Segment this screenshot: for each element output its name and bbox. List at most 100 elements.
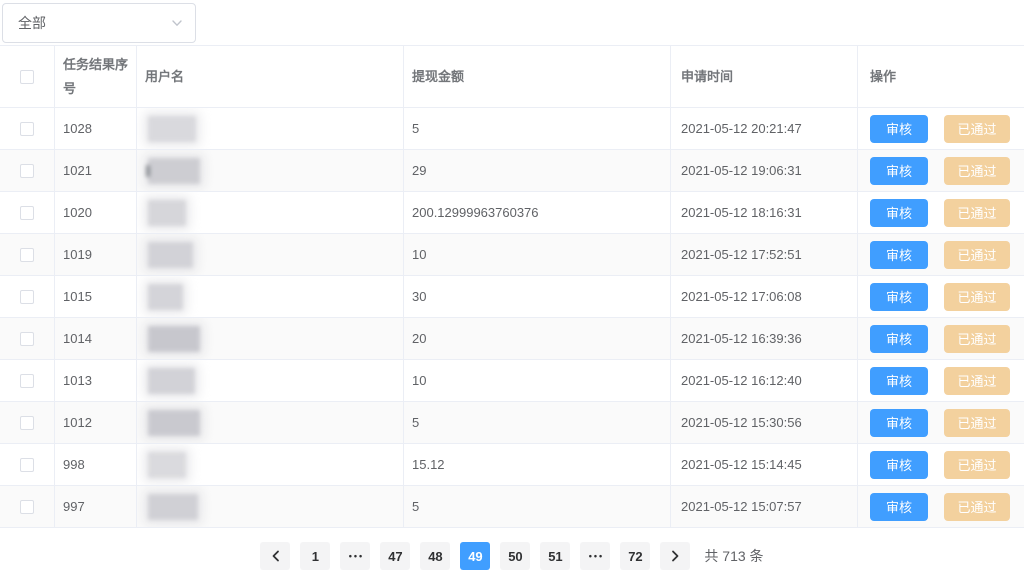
review-button[interactable]: 审核 (870, 367, 928, 395)
username-redacted (148, 494, 198, 520)
chevron-left-icon (271, 550, 280, 562)
pagination: 1•••4748495051•••72 共 713 条 (0, 542, 1024, 570)
column-header-amount: 提现金额 (404, 46, 671, 107)
more-pages-button[interactable]: ••• (340, 542, 370, 570)
table-row: 1014 20 2021-05-12 16:39:36 审核 已通过 (0, 318, 1024, 360)
review-button[interactable]: 审核 (870, 493, 928, 521)
amount-cell: 10 (404, 234, 671, 275)
username-redacted (148, 200, 186, 226)
page-button-49[interactable]: 49 (460, 542, 490, 570)
review-button[interactable]: 审核 (870, 283, 928, 311)
page-button-1[interactable]: 1 (300, 542, 330, 570)
approved-button[interactable]: 已通过 (944, 283, 1010, 311)
row-checkbox-cell (0, 150, 55, 191)
approved-button[interactable]: 已通过 (944, 367, 1010, 395)
task-id-cell: 1019 (55, 234, 137, 275)
table-row: 1021 29 2021-05-12 19:06:31 审核 已通过 (0, 150, 1024, 192)
review-button[interactable]: 审核 (870, 157, 928, 185)
task-id-cell: 1020 (55, 192, 137, 233)
table-row: 998 15.12 2021-05-12 15:14:45 审核 已通过 (0, 444, 1024, 486)
column-header-username: 用户名 (137, 46, 404, 107)
apply-time-cell: 2021-05-12 19:06:31 (671, 150, 858, 191)
row-checkbox[interactable] (20, 500, 34, 514)
row-checkbox[interactable] (20, 122, 34, 136)
approved-button[interactable]: 已通过 (944, 241, 1010, 269)
more-pages-button[interactable]: ••• (580, 542, 610, 570)
row-checkbox[interactable] (20, 374, 34, 388)
actions-cell: 审核 已通过 (858, 444, 1024, 485)
approved-button[interactable]: 已通过 (944, 325, 1010, 353)
approved-button[interactable]: 已通过 (944, 115, 1010, 143)
table-header-row: 任务结果序号 用户名 提现金额 申请时间 操作 (0, 46, 1024, 108)
column-header-apply-time: 申请时间 (671, 46, 858, 107)
page-button-51[interactable]: 51 (540, 542, 570, 570)
apply-time-cell: 2021-05-12 17:52:51 (671, 234, 858, 275)
table-row: 1013 10 2021-05-12 16:12:40 审核 已通过 (0, 360, 1024, 402)
page-button-47[interactable]: 47 (380, 542, 410, 570)
actions-cell: 审核 已通过 (858, 276, 1024, 317)
row-checkbox-cell (0, 192, 55, 233)
task-id-cell: 998 (55, 444, 137, 485)
task-id-cell: 1015 (55, 276, 137, 317)
row-checkbox-cell (0, 276, 55, 317)
select-all-checkbox[interactable] (20, 70, 34, 84)
task-id-cell: 1028 (55, 108, 137, 149)
row-checkbox-cell (0, 108, 55, 149)
row-checkbox[interactable] (20, 458, 34, 472)
amount-cell: 30 (404, 276, 671, 317)
review-button[interactable]: 审核 (870, 409, 928, 437)
username-redacted (148, 116, 196, 142)
username-cell (137, 402, 404, 443)
filter-select[interactable]: 全部 (2, 3, 196, 43)
username-cell (137, 192, 404, 233)
row-checkbox[interactable] (20, 164, 34, 178)
row-checkbox-cell (0, 234, 55, 275)
redaction-mark (146, 165, 150, 177)
table-row: 1015 30 2021-05-12 17:06:08 审核 已通过 (0, 276, 1024, 318)
review-button[interactable]: 审核 (870, 325, 928, 353)
review-button[interactable]: 审核 (870, 241, 928, 269)
amount-cell: 5 (404, 402, 671, 443)
approved-button[interactable]: 已通过 (944, 409, 1010, 437)
username-redacted (148, 326, 200, 352)
apply-time-cell: 2021-05-12 17:06:08 (671, 276, 858, 317)
withdrawals-table: 任务结果序号 用户名 提现金额 申请时间 操作 1028 5 2021-05-1… (0, 45, 1024, 528)
row-checkbox-cell (0, 318, 55, 359)
username-cell (137, 360, 404, 401)
approved-button[interactable]: 已通过 (944, 493, 1010, 521)
row-checkbox[interactable] (20, 332, 34, 346)
actions-cell: 审核 已通过 (858, 234, 1024, 275)
task-id-cell: 1012 (55, 402, 137, 443)
approved-button[interactable]: 已通过 (944, 157, 1010, 185)
table-row: 1028 5 2021-05-12 20:21:47 审核 已通过 (0, 108, 1024, 150)
apply-time-cell: 2021-05-12 15:07:57 (671, 486, 858, 527)
row-checkbox[interactable] (20, 206, 34, 220)
approved-button[interactable]: 已通过 (944, 199, 1010, 227)
header-checkbox-cell (0, 46, 55, 107)
actions-cell: 审核 已通过 (858, 402, 1024, 443)
next-page-button[interactable] (660, 542, 690, 570)
page-button-48[interactable]: 48 (420, 542, 450, 570)
row-checkbox[interactable] (20, 248, 34, 262)
username-cell (137, 444, 404, 485)
task-id-cell: 1013 (55, 360, 137, 401)
page-button-50[interactable]: 50 (500, 542, 530, 570)
page-button-72[interactable]: 72 (620, 542, 650, 570)
row-checkbox[interactable] (20, 416, 34, 430)
review-button[interactable]: 审核 (870, 451, 928, 479)
apply-time-cell: 2021-05-12 18:16:31 (671, 192, 858, 233)
username-redacted (148, 284, 183, 310)
username-cell (137, 234, 404, 275)
filter-select-value: 全部 (18, 13, 46, 33)
approved-button[interactable]: 已通过 (944, 451, 1010, 479)
amount-cell: 20 (404, 318, 671, 359)
username-cell (137, 486, 404, 527)
row-checkbox[interactable] (20, 290, 34, 304)
amount-cell: 10 (404, 360, 671, 401)
review-button[interactable]: 审核 (870, 115, 928, 143)
review-button[interactable]: 审核 (870, 199, 928, 227)
task-id-cell: 1014 (55, 318, 137, 359)
table-row: 1019 10 2021-05-12 17:52:51 审核 已通过 (0, 234, 1024, 276)
table-body: 1028 5 2021-05-12 20:21:47 审核 已通过 1021 2… (0, 108, 1024, 528)
prev-page-button[interactable] (260, 542, 290, 570)
